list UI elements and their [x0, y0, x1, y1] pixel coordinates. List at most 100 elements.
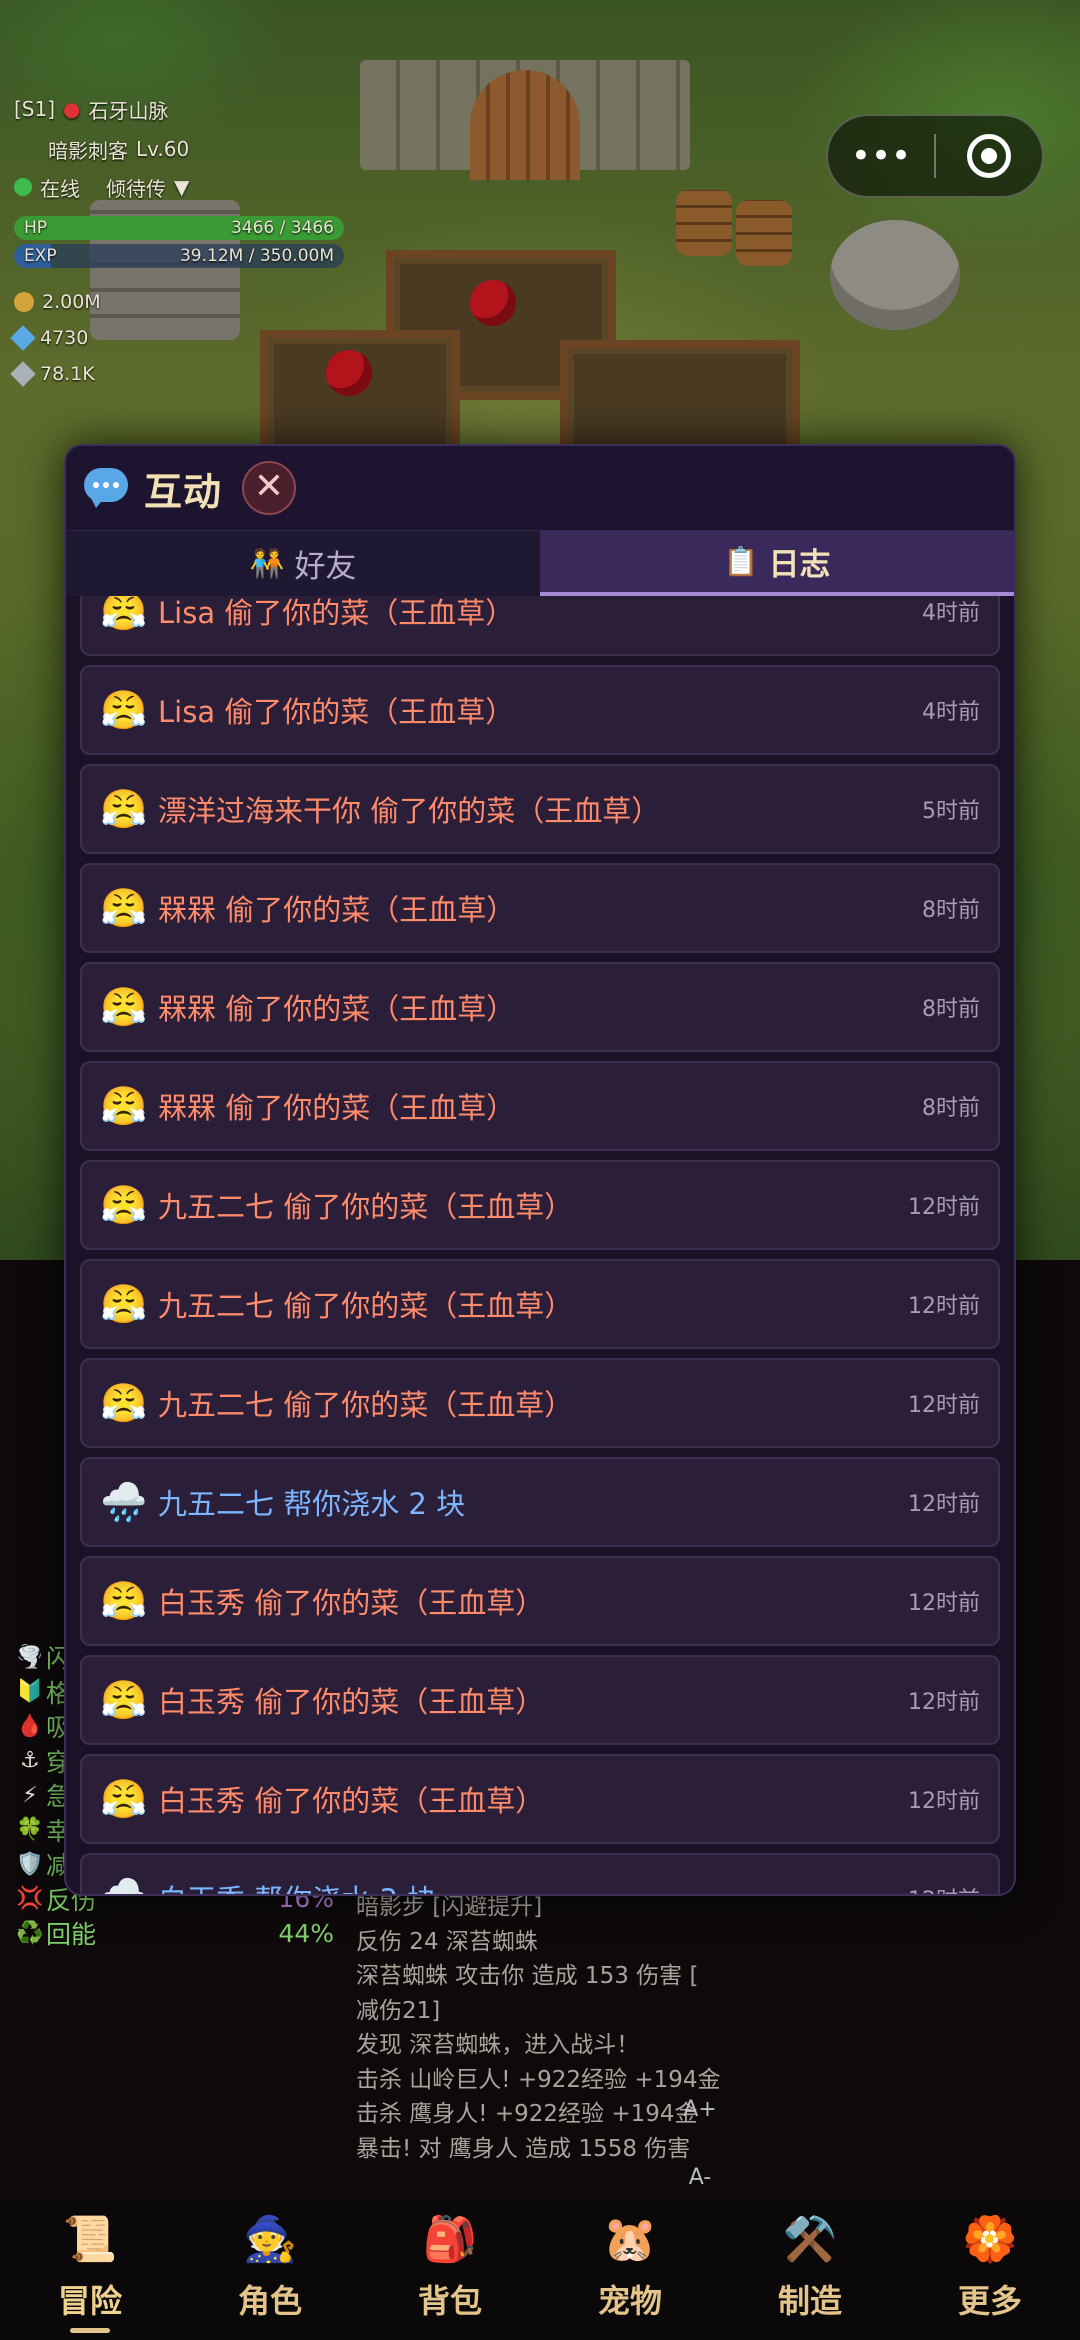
log-text: 槑槑 偷了你的菜（王血草）: [158, 992, 516, 1026]
log-text: 九五二七 偷了你的菜（王血草）: [158, 1388, 574, 1422]
close-miniprogram-button[interactable]: [936, 116, 1042, 196]
chevron-down-icon[interactable]: ▼: [174, 175, 189, 199]
log-text: 白玉秀 偷了你的菜（王血草）: [158, 1586, 545, 1620]
battle-log-line: 反伤 24 深苔蜘蛛: [356, 1928, 538, 1955]
stat-value: 44%: [278, 1918, 334, 1948]
character-icon: 🧙: [242, 2214, 298, 2265]
craft-icon: ⚒️: [782, 2214, 838, 2265]
log-text: 白玉秀 帮你浇水 3 块: [158, 1877, 908, 1894]
exp-label: EXP: [24, 246, 57, 266]
close-button[interactable]: ✕: [242, 461, 297, 515]
character-level: Lv.60: [136, 137, 190, 161]
tab-adventure[interactable]: 📜 冒险: [0, 2200, 180, 2340]
modal-tabs: 🧑‍🤝‍🧑 好友 📋 日志: [66, 530, 1014, 596]
garden-gate: [470, 70, 580, 180]
log-item: 😤 Lisa 偷了你的菜（王血草） 4时前: [80, 665, 1000, 755]
active-tab-indicator: [70, 2328, 110, 2333]
tab-friends[interactable]: 🧑‍🤝‍🧑 好友: [66, 531, 540, 596]
rose-plant[interactable]: [470, 280, 516, 326]
log-time: 4时前: [922, 601, 980, 626]
log-text: 九五二七 偷了你的菜（王血草）: [158, 1289, 574, 1323]
log-item: 😤 白玉秀 偷了你的菜（王血草） 12时前: [80, 1655, 1000, 1745]
rain-cloud-icon: 🌧️: [100, 1876, 147, 1895]
log-time: 8时前: [922, 1096, 980, 1121]
angry-face-icon: 😤: [100, 1578, 148, 1623]
shard-amount: 78.1K: [40, 363, 95, 385]
stat-icon: ⚡: [22, 1782, 38, 1808]
stat-name: 回能: [46, 1920, 97, 1950]
more-menu-button[interactable]: •••: [828, 116, 934, 196]
log-time: 12时前: [908, 1492, 980, 1517]
modal-title: 互动: [144, 469, 223, 514]
angry-face-icon: 😤: [100, 1281, 148, 1326]
stat-icon: 💢: [16, 1886, 44, 1912]
angry-face-icon: 😤: [100, 1677, 148, 1722]
log-item: 🌧️ 白玉秀 帮你浇水 3 块12时前: [80, 1853, 1000, 1894]
stat-icon: 🔰: [16, 1679, 44, 1705]
angry-face-icon: 😤: [100, 1083, 148, 1128]
tab-backpack[interactable]: 🎒 背包: [360, 2200, 540, 2340]
log-text: Lisa 偷了你的菜（王血草）: [158, 596, 515, 630]
log-item: 😤 槑槑 偷了你的菜（王血草） 8时前: [80, 962, 1000, 1052]
stat-icon: ⚓: [20, 1748, 40, 1774]
tab-log[interactable]: 📋 日志: [540, 531, 1014, 596]
battle-log-line: 发现 深苔蜘蛛，进入战斗！: [356, 2032, 640, 2058]
log-item: 😤 白玉秀 偷了你的菜（王血草） 12时前: [80, 1556, 1000, 1646]
millstone: [830, 220, 960, 330]
angry-face-icon: 😤: [100, 786, 148, 831]
tab-pet[interactable]: 🐹 宠物: [540, 2200, 720, 2340]
stat-icon: 🌪️: [16, 1644, 44, 1670]
log-time: 4时前: [922, 700, 980, 725]
stat-icon: 🩸: [16, 1713, 44, 1739]
tab-label: 更多: [957, 2282, 1022, 2320]
rose-plant[interactable]: [326, 350, 372, 396]
log-time: 12时前: [908, 1294, 980, 1319]
battle-log-line: 深苔蜘蛛 攻击你 造成 153 伤害 [: [356, 1963, 699, 1989]
log-time: 12时前: [908, 1789, 980, 1814]
stat-row: ♻️ 回能 44%: [14, 1916, 334, 1951]
tab-more[interactable]: 🏵️ 更多: [900, 2200, 1080, 2340]
online-status-icon: [14, 178, 32, 196]
hp-value: 3466 / 3466: [230, 218, 334, 238]
log-item: 😤 白玉秀 偷了你的菜（王血草） 12时前: [80, 1754, 1000, 1844]
tab-label: 制造: [777, 2282, 842, 2320]
log-item: 🌧️ 九五二七 帮你浇水 2 块 12时前: [80, 1457, 1000, 1547]
stat-icon: ♻️: [16, 1920, 44, 1946]
server-tag: [S1]: [14, 97, 56, 121]
log-text: 九五二七 偷了你的菜（王血草）: [158, 1190, 574, 1224]
font-increase-button[interactable]: A+: [676, 2090, 724, 2130]
target-circle-icon: [967, 134, 1011, 178]
log-time: 8时前: [922, 898, 980, 923]
tab-log-label: 日志: [768, 547, 831, 583]
stat-icon: 🍀: [16, 1817, 44, 1843]
log-list[interactable]: 😤 Lisa 偷了你的菜（王血草） 4时前 😤 Lisa 偷了你的菜（王血草） 4时前 😤 漂…: [80, 596, 1000, 1894]
log-text: 漂洋过海来干你 偷了你的菜（王血草）: [158, 794, 661, 828]
mode-select[interactable]: 倾待传: [106, 173, 166, 202]
tab-character[interactable]: 🧙 角色: [180, 2200, 360, 2340]
log-time: 12时前: [908, 1591, 980, 1616]
log-time: 12时前: [908, 1690, 980, 1715]
angry-face-icon: 😤: [100, 1380, 148, 1425]
tab-craft[interactable]: ⚒️ 制造: [720, 2200, 900, 2340]
log-item: 😤 漂洋过海来干你 偷了你的菜（王血草） 5时前: [80, 764, 1000, 854]
location-pin-icon: ●: [63, 97, 81, 121]
font-decrease-button[interactable]: A-: [676, 2158, 724, 2198]
angry-face-icon: 😤: [100, 1182, 148, 1227]
log-item: 😤 九五二七 偷了你的菜（王血草） 12时前: [80, 1160, 1000, 1250]
pet-icon: 🐹: [602, 2214, 658, 2265]
log-time: 12时前: [908, 1195, 980, 1220]
angry-face-icon: 😤: [100, 984, 148, 1029]
hp-bar: HP 3466 / 3466: [14, 216, 344, 240]
close-icon: ✕: [253, 466, 285, 507]
friends-icon: 🧑‍🤝‍🧑: [249, 547, 285, 580]
clipboard-icon: 📋: [723, 545, 759, 578]
log-text: 九五二七 帮你浇水 2 块: [158, 1487, 466, 1521]
angry-face-icon: 😤: [100, 596, 148, 633]
angry-face-icon: 😤: [100, 885, 148, 930]
more-dots-icon: •••: [850, 136, 912, 176]
interaction-modal: 互动 ✕ 🧑‍🤝‍🧑 好友 📋 日志 😤 Lisa 偷了你的菜（王血草） 4时前 😤 L…: [64, 444, 1016, 1896]
gold-amount: 2.00M: [42, 291, 101, 313]
angry-face-icon: 😤: [100, 1776, 148, 1821]
log-item: 😤 槑槑 偷了你的菜（王血草） 8时前: [80, 863, 1000, 953]
log-time: 12时前: [908, 1393, 980, 1418]
